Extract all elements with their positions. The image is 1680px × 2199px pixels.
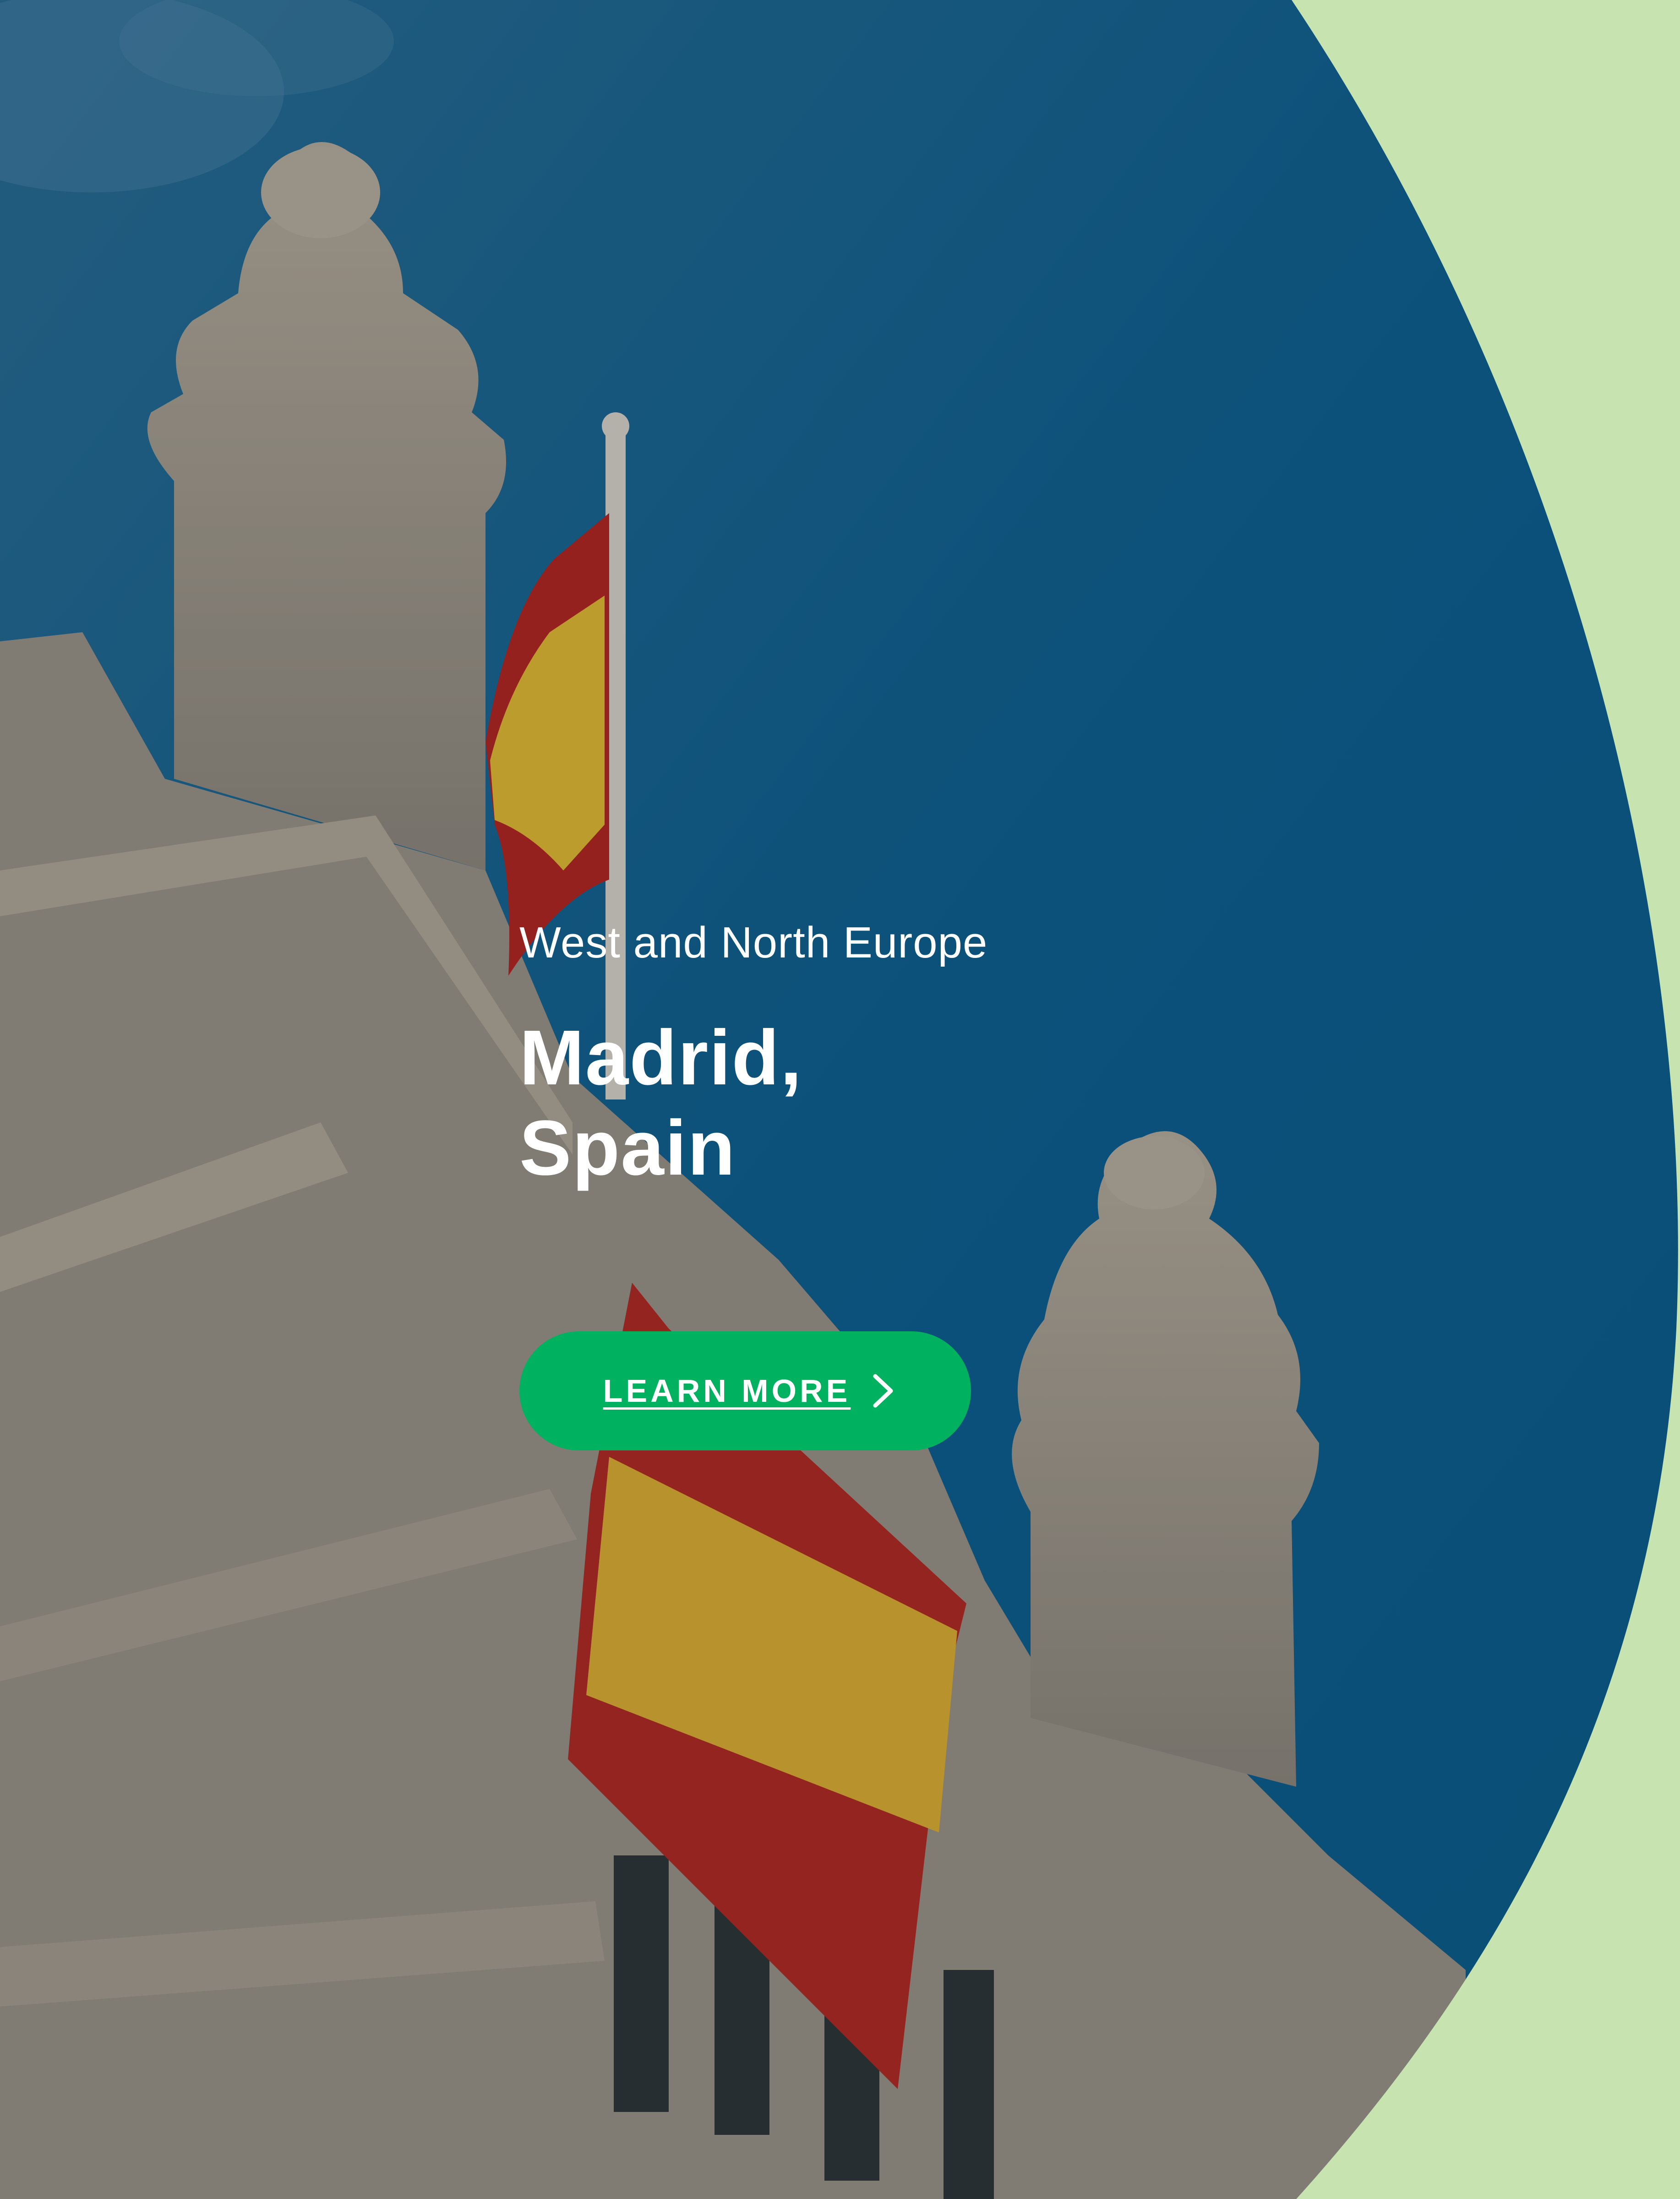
city-title-line1: Madrid,	[519, 1014, 803, 1102]
chevron-right-icon	[871, 1373, 896, 1409]
region-label: West and North Europe	[519, 918, 988, 967]
hero-text: West and North Europe Madrid, Spain	[519, 916, 1206, 1194]
learn-more-button[interactable]: LEARN MORE	[519, 1331, 971, 1450]
city-title-line2: Spain	[519, 1105, 736, 1192]
city-title: Madrid, Spain	[519, 1013, 1206, 1193]
destination-card: West and North Europe Madrid, Spain LEAR…	[0, 0, 1680, 2199]
learn-more-label: LEARN MORE	[603, 1373, 851, 1409]
